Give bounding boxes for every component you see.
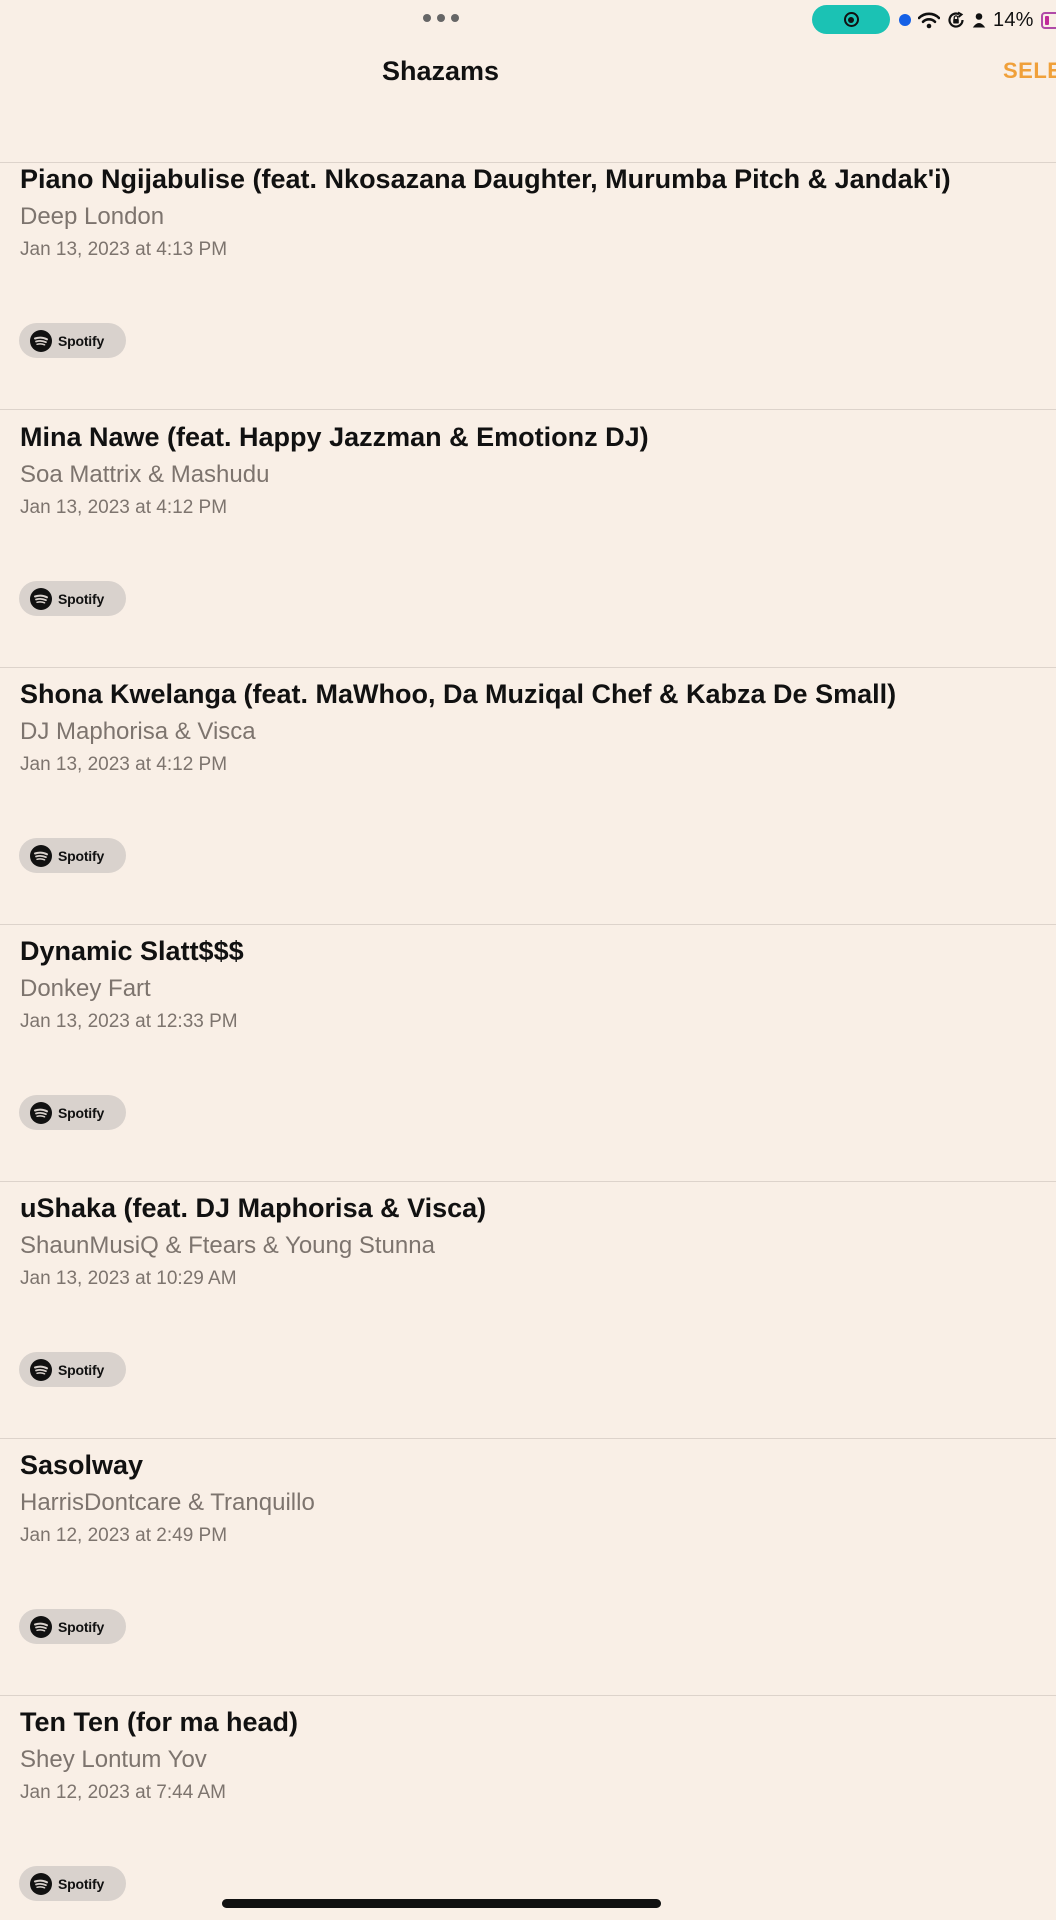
track-title: Shona Kwelanga (feat. MaWhoo, Da Muziqal…: [20, 679, 897, 709]
spotify-button[interactable]: Spotify: [19, 323, 126, 358]
status-bar: 14%: [0, 0, 1056, 38]
list-item[interactable]: Shona Kwelanga (feat. MaWhoo, Da Muziqal…: [0, 667, 1056, 925]
spotify-button[interactable]: Spotify: [19, 1352, 126, 1387]
track-title: Piano Ngijabulise (feat. Nkosazana Daugh…: [20, 164, 951, 194]
spotify-button[interactable]: Spotify: [19, 581, 126, 616]
spotify-icon: [30, 329, 52, 352]
spotify-button[interactable]: Spotify: [19, 1095, 126, 1130]
track-title: Dynamic Slatt$$$: [20, 936, 244, 966]
track-artist: Donkey Fart: [20, 975, 151, 1002]
spotify-button[interactable]: Spotify: [19, 1609, 126, 1644]
spotify-label: Spotify: [58, 1875, 105, 1892]
track-artist: Deep London: [20, 203, 165, 230]
track-artist: HarrisDontcare & Tranquillo: [20, 1489, 315, 1516]
list-item[interactable]: Mina Nawe (feat. Happy Jazzman & Emotion…: [0, 410, 1056, 668]
select-button[interactable]: SELE: [1003, 58, 1056, 84]
status-icons: 14%: [899, 5, 1056, 35]
track-title: Sasolway: [20, 1450, 144, 1480]
spotify-label: Spotify: [58, 332, 105, 349]
spotify-label: Spotify: [58, 1361, 105, 1378]
page-title: Shazams: [381, 56, 500, 86]
nav-bar: Shazams SELE: [0, 38, 1056, 163]
spotify-label: Spotify: [58, 847, 105, 864]
spotify-icon: [30, 1872, 52, 1895]
track-artist: ShaunMusiQ & Ftears & Young Stunna: [20, 1232, 435, 1259]
track-date: Jan 13, 2023 at 10:29 AM: [20, 1268, 237, 1289]
shazams-screen: Piano Ngijabulise (feat. Nkosazana Daugh…: [0, 0, 1056, 1920]
spotify-icon: [30, 1615, 52, 1638]
home-indicator[interactable]: [222, 1899, 661, 1908]
spotify-icon: [30, 587, 52, 610]
track-artist: DJ Maphorisa & Visca: [20, 718, 256, 745]
spotify-icon: [30, 844, 52, 867]
track-date: Jan 13, 2023 at 4:12 PM: [20, 754, 228, 775]
list-item[interactable]: Dynamic Slatt$$$ Donkey Fart Jan 13, 202…: [0, 924, 1056, 1182]
track-artist: Shey Lontum Yov: [20, 1746, 207, 1773]
spotify-label: Spotify: [58, 1618, 105, 1635]
track-title: Ten Ten (for ma head): [20, 1707, 299, 1737]
battery-icon: [1040, 11, 1056, 29]
spotify-icon: [30, 1358, 52, 1381]
track-date: Jan 12, 2023 at 7:44 AM: [20, 1782, 226, 1803]
screen-record-icon[interactable]: [812, 5, 890, 34]
track-date: Jan 12, 2023 at 2:49 PM: [20, 1525, 228, 1546]
list-item[interactable]: Ten Ten (for ma head) Shey Lontum Yov Ja…: [0, 1695, 1056, 1920]
spotify-icon: [30, 1101, 52, 1124]
track-artist: Soa Mattrix & Mashudu: [20, 461, 270, 488]
location-dot-icon: [899, 14, 911, 26]
spotify-label: Spotify: [58, 590, 105, 607]
track-date: Jan 13, 2023 at 12:33 PM: [20, 1011, 238, 1032]
list-item[interactable]: Sasolway HarrisDontcare & Tranquillo Jan…: [0, 1438, 1056, 1696]
spotify-label: Spotify: [58, 1104, 105, 1121]
track-date: Jan 13, 2023 at 4:12 PM: [20, 497, 228, 518]
track-title: Mina Nawe (feat. Happy Jazzman & Emotion…: [20, 422, 649, 452]
spotify-button[interactable]: Spotify: [19, 838, 126, 873]
battery-percent: 14%: [993, 8, 1034, 31]
person-icon: [972, 12, 986, 28]
orientation-lock-icon: [947, 11, 965, 29]
list-item[interactable]: uShaka (feat. DJ Maphorisa & Visca) Shau…: [0, 1181, 1056, 1439]
list-item[interactable]: Piano Ngijabulise (feat. Nkosazana Daugh…: [0, 152, 1056, 410]
spotify-button[interactable]: Spotify: [19, 1866, 126, 1901]
track-title: uShaka (feat. DJ Maphorisa & Visca): [20, 1193, 487, 1223]
track-date: Jan 13, 2023 at 4:13 PM: [20, 239, 228, 260]
more-dots-icon[interactable]: [423, 13, 459, 23]
wifi-icon: [918, 12, 940, 29]
